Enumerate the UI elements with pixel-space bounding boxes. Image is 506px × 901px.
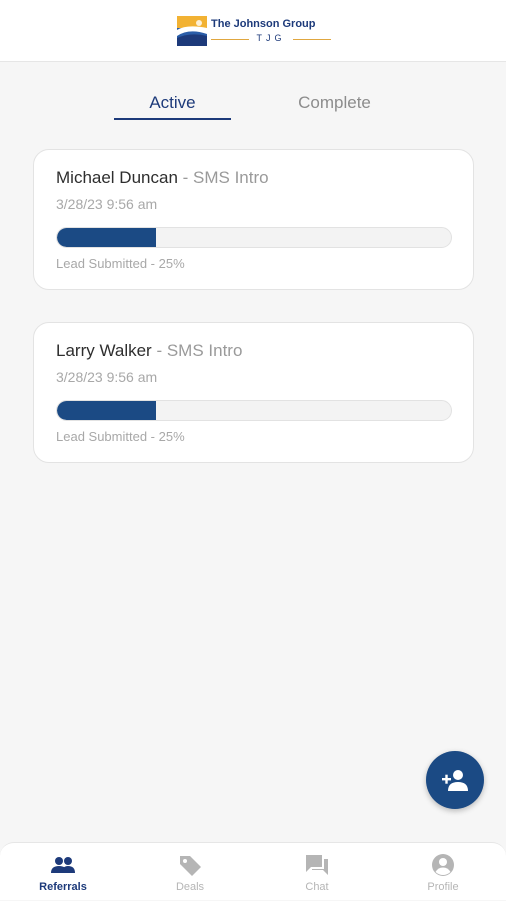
company-logo: The Johnson Group TJG: [177, 14, 337, 50]
referral-title: Michael Duncan - SMS Intro: [56, 168, 269, 188]
referral-name: Larry Walker: [56, 341, 152, 360]
nav-label-referrals: Referrals: [39, 881, 87, 893]
referral-status-tabs: Active Complete: [0, 88, 506, 120]
nav-item-chat[interactable]: Chat: [254, 843, 380, 901]
logo-initials: TJG: [256, 33, 286, 43]
nav-label-profile: Profile: [427, 881, 459, 893]
referral-card[interactable]: Larry Walker - SMS Intro 3/28/23 9:56 am…: [33, 322, 474, 463]
referral-progress-bar: [56, 400, 452, 421]
referral-title-separator: -: [151, 341, 167, 360]
bottom-navigation: Referrals Deals Chat Profile: [0, 842, 506, 900]
account-circle-icon: [432, 854, 454, 876]
referral-status: Lead Submitted - 25%: [56, 256, 185, 271]
johnson-group-logo-icon: [177, 16, 207, 46]
referral-type: SMS Intro: [166, 341, 243, 360]
tab-complete[interactable]: Complete: [276, 88, 393, 120]
people-icon: [51, 857, 75, 873]
referral-status: Lead Submitted - 25%: [56, 429, 185, 444]
referral-name: Michael Duncan: [56, 168, 178, 187]
referral-date: 3/28/23 9:56 am: [56, 196, 158, 212]
referral-title: Larry Walker - SMS Intro: [56, 341, 242, 361]
tag-icon: [180, 856, 201, 876]
referral-progress-bar: [56, 227, 452, 248]
referral-title-separator: -: [177, 168, 194, 187]
nav-item-profile[interactable]: Profile: [380, 843, 506, 901]
nav-item-deals[interactable]: Deals: [127, 843, 253, 901]
nav-item-referrals[interactable]: Referrals: [0, 843, 126, 901]
logo-title: The Johnson Group: [211, 18, 316, 30]
add-referral-button[interactable]: [426, 751, 484, 809]
chat-icon: [306, 855, 328, 875]
nav-label-chat: Chat: [305, 881, 329, 893]
referral-date: 3/28/23 9:56 am: [56, 369, 158, 385]
referral-card[interactable]: Michael Duncan - SMS Intro 3/28/23 9:56 …: [33, 149, 474, 290]
referral-progress-fill: [57, 401, 156, 420]
referral-type: SMS Intro: [193, 168, 269, 187]
tab-active[interactable]: Active: [114, 88, 231, 120]
referral-progress-fill: [57, 228, 156, 247]
add-person-icon: [442, 770, 468, 791]
app-header: The Johnson Group TJG: [0, 0, 506, 62]
nav-label-deals: Deals: [175, 881, 205, 893]
logo-subline: TJG: [211, 32, 331, 46]
